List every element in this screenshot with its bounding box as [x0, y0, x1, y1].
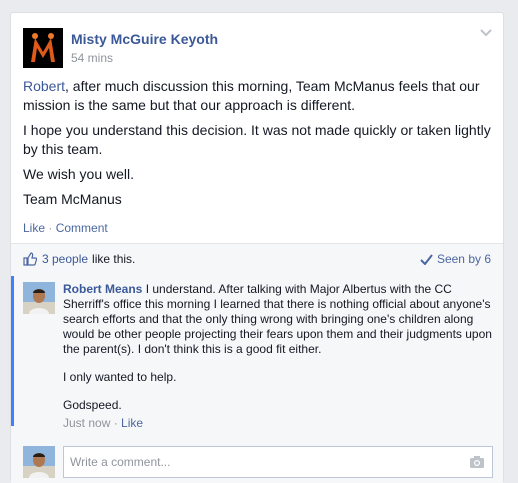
likes-people-link[interactable]: 3 people — [42, 252, 88, 266]
comment-time[interactable]: Just now — [63, 416, 110, 430]
comment-meta-separator: · — [113, 416, 118, 430]
post-author-name[interactable]: Misty McGuire Keyoth — [71, 31, 218, 47]
post-body: Robert, after much discussion this morni… — [23, 77, 493, 209]
comment-link[interactable]: Comment — [56, 221, 108, 235]
commenter-name[interactable]: Robert Means — [63, 282, 142, 296]
author-avatar[interactable] — [23, 28, 63, 68]
likes-suffix: like this. — [92, 252, 136, 266]
seen-by-label: Seen by 6 — [436, 252, 491, 266]
camera-icon[interactable] — [469, 455, 485, 469]
post-paragraph-1: Robert, after much discussion this morni… — [23, 77, 493, 115]
team-logo-icon — [23, 28, 63, 68]
checkmark-icon — [420, 253, 433, 265]
post-timestamp[interactable]: 54 mins — [71, 51, 113, 65]
action-separator: · — [48, 221, 53, 235]
like-link[interactable]: Like — [23, 221, 45, 235]
thumbs-up-icon — [23, 252, 37, 266]
feedback-section: 3 people like this. Seen by 6 Robert Mea… — [11, 243, 503, 483]
post-paragraph-4: Team McManus — [23, 191, 122, 207]
mention-link[interactable]: Robert — [23, 78, 65, 94]
new-comment-indicator — [11, 276, 14, 426]
post-paragraph-3: We wish you well. — [23, 166, 135, 182]
comment-meta: Just now · Like — [63, 416, 493, 431]
person-photo-icon — [23, 446, 55, 478]
likes-summary: 3 people like this. — [23, 252, 135, 266]
reply-composer — [23, 446, 493, 478]
comment-paragraph-1: Robert Means I understand. After talking… — [63, 282, 493, 357]
person-photo-icon — [23, 282, 55, 314]
comment-input[interactable] — [63, 446, 493, 478]
comment-like-link[interactable]: Like — [121, 416, 143, 430]
post-paragraph-1-text: , after much discussion this morning, Te… — [23, 78, 480, 113]
chevron-down-icon[interactable] — [479, 25, 493, 39]
comment-text-2: I only wanted to help. — [63, 370, 177, 384]
commenter-avatar[interactable] — [23, 282, 55, 314]
post-actions: Like · Comment — [23, 221, 108, 235]
post-paragraph-2: I hope you understand this decision. It … — [23, 122, 491, 157]
comment-body: Robert Means I understand. After talking… — [63, 282, 493, 431]
current-user-avatar — [23, 446, 55, 478]
comment-text-3: Godspeed. — [63, 398, 122, 412]
post-card: Misty McGuire Keyoth 54 mins Robert, aft… — [10, 12, 504, 483]
seen-by[interactable]: Seen by 6 — [420, 252, 491, 266]
